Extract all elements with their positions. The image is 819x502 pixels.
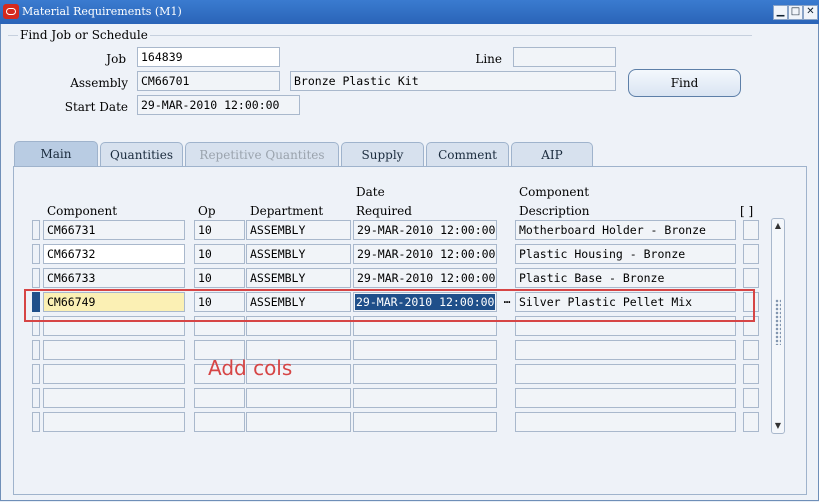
component-description-field[interactable]: Motherboard Holder - Bronze <box>515 220 736 240</box>
date-required-field[interactable] <box>353 340 497 360</box>
maximize-button[interactable]: □ <box>788 5 803 20</box>
date-required-field[interactable]: 29-MAR-2010 12:00:00 <box>353 220 497 240</box>
date-required-field[interactable]: 29-MAR-2010 12:00:00 <box>353 268 497 288</box>
assembly-description-field[interactable]: Bronze Plastic Kit <box>290 71 616 91</box>
department-field[interactable]: ASSEMBLY <box>246 220 351 240</box>
flexfield-cell[interactable] <box>743 220 759 240</box>
component-description-field[interactable] <box>515 412 736 432</box>
op-field[interactable]: 10 <box>194 220 245 240</box>
tab-supply[interactable]: Supply <box>341 142 424 166</box>
component-field[interactable]: CM66733 <box>43 268 185 288</box>
header-date-line1: Date <box>356 185 385 199</box>
window-titlebar[interactable]: Material Requirements (M1) ▁ □ ✕ <box>0 0 819 24</box>
date-required-field[interactable] <box>353 412 497 432</box>
row-indicator[interactable] <box>32 340 40 360</box>
line-label: Line <box>475 52 502 66</box>
op-field[interactable] <box>194 412 245 432</box>
op-field[interactable]: 10 <box>194 268 245 288</box>
department-field[interactable] <box>246 412 351 432</box>
annotation-add-cols: Add cols <box>208 356 293 380</box>
header-date-line2: Required <box>356 204 412 218</box>
row-indicator[interactable] <box>32 364 40 384</box>
oracle-logo-icon <box>3 4 19 19</box>
flexfield-cell[interactable] <box>743 268 759 288</box>
department-field[interactable]: ASSEMBLY <box>246 268 351 288</box>
header-description-line2: Description <box>519 204 590 218</box>
header-flexfield[interactable]: [ ] <box>740 204 753 218</box>
date-required-field[interactable] <box>353 364 497 384</box>
table-scrollbar[interactable]: ▲ ▼ <box>771 218 785 434</box>
header-component: Component <box>47 204 118 218</box>
start-date-field[interactable]: 29-MAR-2010 12:00:00 <box>137 95 300 115</box>
find-group-label: Find Job or Schedule <box>18 28 150 42</box>
tab-quantities[interactable]: Quantities <box>100 142 183 166</box>
department-field[interactable]: ASSEMBLY <box>246 244 351 264</box>
header-department: Department <box>250 204 324 218</box>
flexfield-cell[interactable] <box>743 244 759 264</box>
row-indicator[interactable] <box>32 412 40 432</box>
component-field[interactable] <box>43 340 185 360</box>
minimize-button[interactable]: ▁ <box>773 5 788 20</box>
job-label: Job <box>106 52 126 66</box>
header-op: Op <box>198 204 216 218</box>
line-field[interactable] <box>513 47 616 67</box>
date-required-field[interactable]: 29-MAR-2010 12:00:00 <box>353 244 497 264</box>
component-field[interactable]: CM66732 <box>43 244 185 264</box>
flexfield-cell[interactable] <box>743 364 759 384</box>
department-field[interactable] <box>246 388 351 408</box>
find-button[interactable]: Find <box>628 69 741 97</box>
tab-comment[interactable]: Comment <box>426 142 509 166</box>
component-description-field[interactable] <box>515 340 736 360</box>
assembly-field[interactable]: CM66701 <box>137 71 280 91</box>
start-date-label: Start Date <box>64 100 128 114</box>
flexfield-cell[interactable] <box>743 388 759 408</box>
component-description-field[interactable]: Plastic Housing - Bronze <box>515 244 736 264</box>
component-field[interactable] <box>43 412 185 432</box>
scroll-up-arrow-icon[interactable]: ▲ <box>772 220 784 232</box>
row-indicator[interactable] <box>32 244 40 264</box>
component-description-field[interactable] <box>515 364 736 384</box>
op-field[interactable] <box>194 388 245 408</box>
component-field[interactable] <box>43 364 185 384</box>
flexfield-cell[interactable] <box>743 412 759 432</box>
op-field[interactable]: 10 <box>194 244 245 264</box>
assembly-label: Assembly <box>70 76 128 90</box>
highlight-box <box>24 289 755 322</box>
flexfield-cell[interactable] <box>743 340 759 360</box>
tab-main[interactable]: Main <box>14 141 98 167</box>
component-field[interactable]: CM66731 <box>43 220 185 240</box>
window-title: Material Requirements (M1) <box>22 5 182 18</box>
tab-aip[interactable]: AIP <box>511 142 593 166</box>
scroll-grip-icon[interactable] <box>775 299 781 345</box>
component-description-field[interactable]: Plastic Base - Bronze <box>515 268 736 288</box>
header-description-line1: Component <box>519 185 590 199</box>
row-indicator[interactable] <box>32 388 40 408</box>
row-indicator[interactable] <box>32 220 40 240</box>
tab-repetitive-quantites: Repetitive Quantites <box>185 142 339 166</box>
scroll-down-arrow-icon[interactable]: ▼ <box>772 420 784 432</box>
component-field[interactable] <box>43 388 185 408</box>
date-required-field[interactable] <box>353 388 497 408</box>
component-description-field[interactable] <box>515 388 736 408</box>
row-indicator[interactable] <box>32 268 40 288</box>
job-field[interactable]: 164839 <box>137 47 280 67</box>
close-button[interactable]: ✕ <box>803 5 818 20</box>
